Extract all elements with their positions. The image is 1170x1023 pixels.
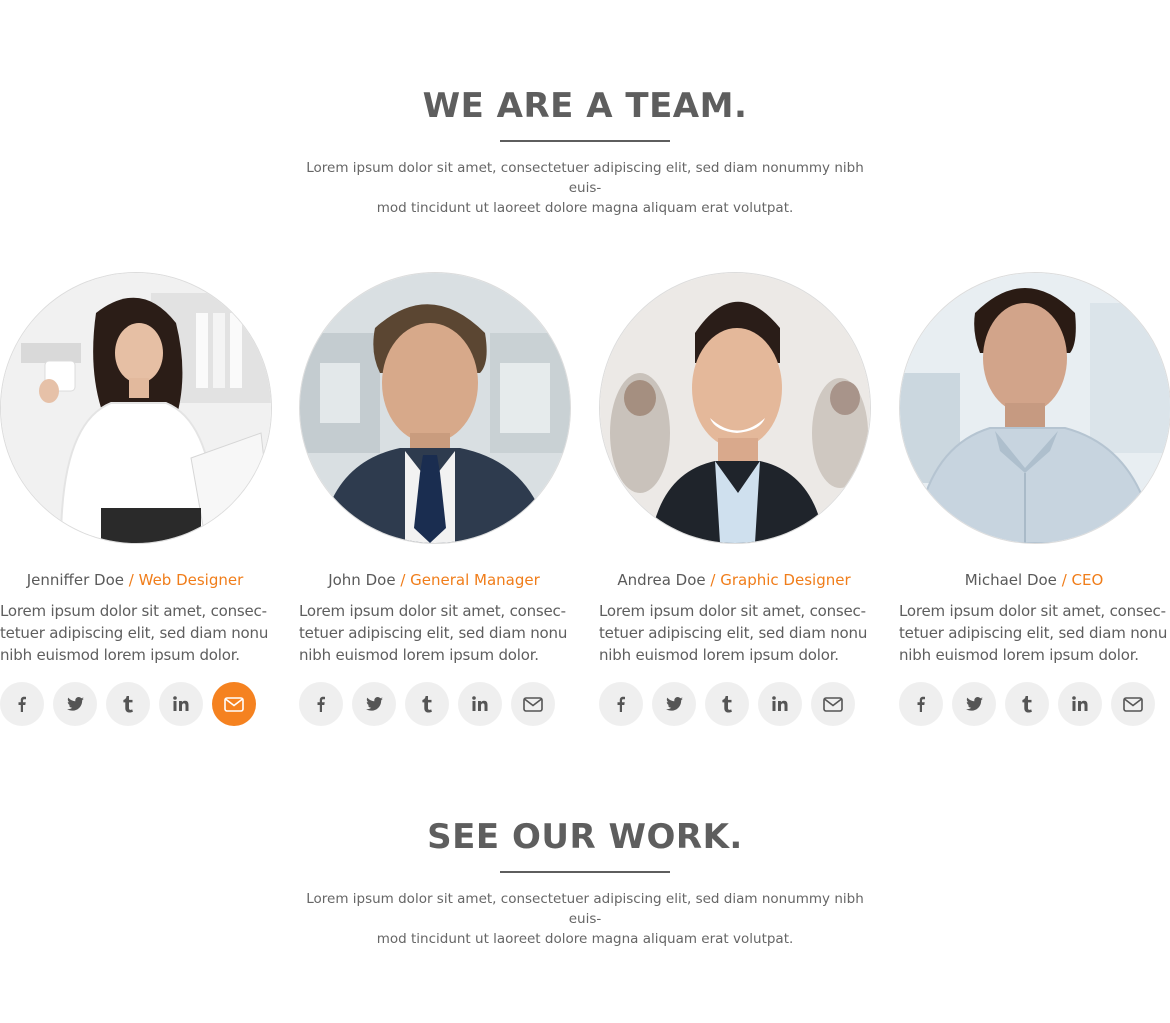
facebook-icon[interactable] <box>0 682 44 726</box>
team-member-card: John Doe / General Manager Lorem ipsum d… <box>299 272 571 726</box>
member-bio: Lorem ipsum dolor sit amet, consec-tetue… <box>899 602 1168 664</box>
work-section-title: SEE OUR WORK. <box>427 817 743 857</box>
twitter-icon[interactable] <box>53 682 97 726</box>
twitter-icon[interactable] <box>652 682 696 726</box>
email-icon[interactable] <box>811 682 855 726</box>
linkedin-icon[interactable] <box>159 682 203 726</box>
email-icon[interactable] <box>212 682 256 726</box>
work-intro-line-2: mod tincidunt ut laoreet dolore magna al… <box>376 931 794 947</box>
member-name: Michael Doe <box>964 571 1057 589</box>
member-bio: Lorem ipsum dolor sit amet, consec-tetue… <box>599 602 868 664</box>
team-section-header: WE ARE A TEAM. Lorem ipsum dolor sit ame… <box>0 86 1170 218</box>
member-photo <box>599 272 871 544</box>
member-name-line: John Doe / General Manager <box>299 570 569 590</box>
team-member-card: Michael Doe / CEO Lorem ipsum dolor sit … <box>899 272 1170 726</box>
member-name: Andrea Doe <box>617 571 706 589</box>
twitter-icon[interactable] <box>352 682 396 726</box>
linkedin-icon[interactable] <box>758 682 802 726</box>
member-name-line: Andrea Doe / Graphic Designer <box>599 570 869 590</box>
twitter-icon[interactable] <box>952 682 996 726</box>
tumblr-icon[interactable] <box>106 682 150 726</box>
team-member-card: Jenniffer Doe / Web Designer Lorem ipsum… <box>0 272 272 726</box>
tumblr-icon[interactable] <box>705 682 749 726</box>
work-section-intro: Lorem ipsum dolor sit amet, consectetuer… <box>295 889 875 949</box>
facebook-icon[interactable] <box>299 682 343 726</box>
member-photo <box>299 272 571 544</box>
team-intro-line-1: Lorem ipsum dolor sit amet, consectetuer… <box>306 160 864 196</box>
member-bio: Lorem ipsum dolor sit amet, consec-tetue… <box>299 602 568 664</box>
email-icon[interactable] <box>511 682 555 726</box>
team-section-title: WE ARE A TEAM. <box>422 86 748 126</box>
member-bio: Lorem ipsum dolor sit amet, consec-tetue… <box>0 602 269 664</box>
social-links <box>599 682 871 726</box>
linkedin-icon[interactable] <box>1058 682 1102 726</box>
tumblr-icon[interactable] <box>405 682 449 726</box>
email-icon[interactable] <box>1111 682 1155 726</box>
member-name: Jenniffer Doe <box>26 571 125 589</box>
member-photo <box>899 272 1170 544</box>
work-section-header: SEE OUR WORK. Lorem ipsum dolor sit amet… <box>0 817 1170 949</box>
title-underline <box>500 871 670 873</box>
team-member-card: Andrea Doe / Graphic Designer Lorem ipsu… <box>599 272 871 726</box>
work-intro-line-1: Lorem ipsum dolor sit amet, consectetuer… <box>306 891 864 927</box>
tumblr-icon[interactable] <box>1005 682 1049 726</box>
title-underline <box>500 140 670 142</box>
member-name-line: Michael Doe / CEO <box>899 570 1169 590</box>
member-role: / CEO <box>1061 571 1104 589</box>
team-section-intro: Lorem ipsum dolor sit amet, consectetuer… <box>295 158 875 218</box>
team-intro-line-2: mod tincidunt ut laoreet dolore magna al… <box>376 200 794 216</box>
facebook-icon[interactable] <box>899 682 943 726</box>
social-links <box>899 682 1170 726</box>
member-role: / Web Designer <box>128 571 244 589</box>
member-name: John Doe <box>328 571 396 589</box>
member-name-line: Jenniffer Doe / Web Designer <box>0 570 270 590</box>
member-role: / General Manager <box>400 571 540 589</box>
member-photo <box>0 272 272 544</box>
facebook-icon[interactable] <box>599 682 643 726</box>
linkedin-icon[interactable] <box>458 682 502 726</box>
member-role: / Graphic Designer <box>710 571 851 589</box>
social-links <box>299 682 571 726</box>
social-links <box>0 682 272 726</box>
